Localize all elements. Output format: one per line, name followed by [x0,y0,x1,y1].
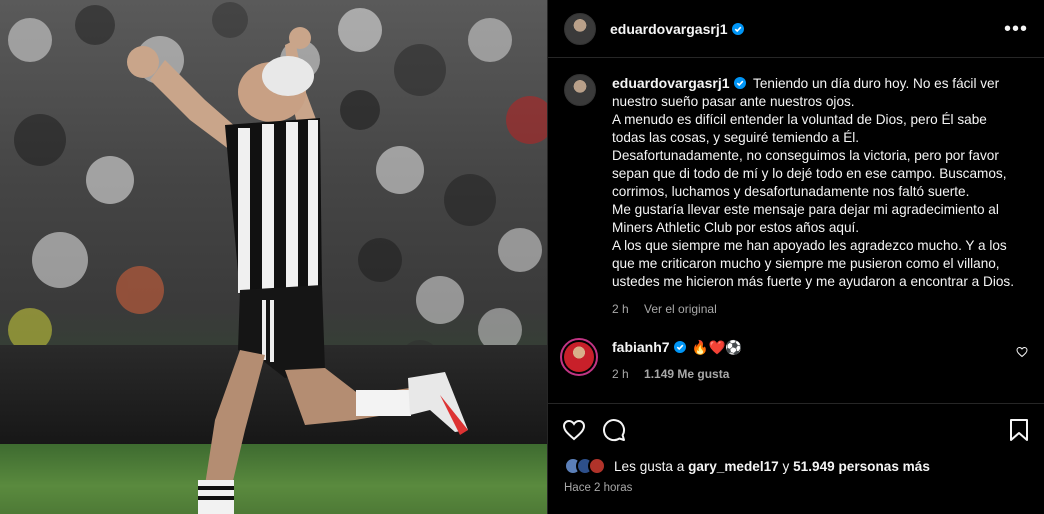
comment-text: 🔥❤️⚽ [691,340,743,355]
instagram-post-view: eduardovargasrj1 ••• eduardovargasrj1 Te… [0,0,1044,514]
commenter-avatar[interactable] [560,338,598,376]
post-image[interactable] [0,0,547,514]
like-comment-heart-icon[interactable] [1016,346,1028,358]
bookmark-icon [1010,418,1028,441]
post-timestamp[interactable]: Hace 2 horas [564,482,632,494]
caption-time: 2 h [612,302,629,316]
likes-text: Les gusta a gary_medel17 y 51.949 person… [614,458,930,474]
caption-text: Teniendo un día duro hoy. No es fácil ve… [612,76,1014,289]
comment-button[interactable] [602,418,626,442]
heart-icon [562,419,586,440]
author-avatar[interactable] [564,12,596,45]
comment-bubble-icon [603,418,626,441]
comment-item: fabianh7 🔥❤️⚽ 2 h 1.149 Me gusta [548,322,1044,383]
comment-likes[interactable]: 1.149 Me gusta [644,367,729,381]
comment-meta: 2 h 1.149 Me gusta [612,365,742,383]
more-options-button[interactable]: ••• [1004,19,1028,39]
verified-badge-icon [673,341,686,353]
action-bar [548,403,1044,455]
caption-meta: 2 h Ver el original [612,300,1022,318]
post-sidebar: eduardovargasrj1 ••• eduardovargasrj1 Te… [547,0,1044,514]
liker-avatar [588,457,606,475]
verified-badge-icon [733,77,746,89]
author-username[interactable]: eduardovargasrj1 [610,21,744,37]
likes-count[interactable]: 51.949 personas más [793,459,930,474]
comment-time: 2 h [612,367,629,381]
liker-username[interactable]: gary_medel17 [688,459,779,474]
verified-badge-icon [731,22,744,35]
commenter-username[interactable]: fabianh7 [612,339,686,355]
post-header: eduardovargasrj1 ••• [548,0,1044,58]
player-figure [127,27,468,514]
caption-username[interactable]: eduardovargasrj1 [612,75,746,91]
caption-author-avatar[interactable] [564,74,596,106]
save-button[interactable] [1008,418,1030,442]
liker-avatars [564,457,606,475]
comments-section: eduardovargasrj1 Teniendo un día duro ho… [548,58,1044,403]
likes-summary[interactable]: Les gusta a gary_medel17 y 51.949 person… [564,457,1028,475]
caption-text-block: eduardovargasrj1 Teniendo un día duro ho… [612,74,1022,291]
like-button[interactable] [562,418,586,442]
see-original-link[interactable]: Ver el original [644,302,717,316]
post-caption: eduardovargasrj1 Teniendo un día duro ho… [548,58,1044,318]
